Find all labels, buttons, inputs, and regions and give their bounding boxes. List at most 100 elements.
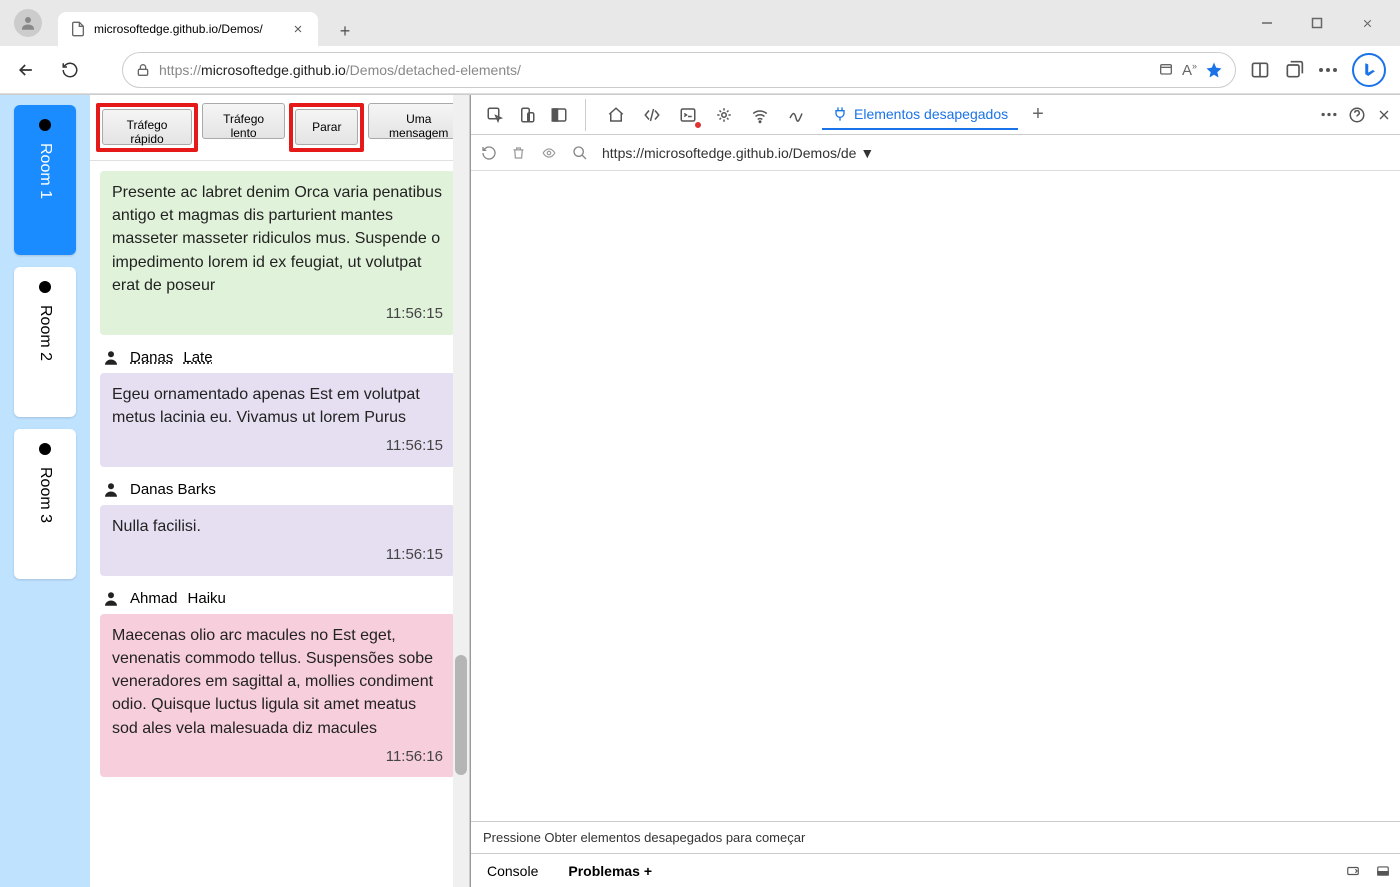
sources-icon[interactable] — [708, 99, 740, 131]
message-author: Ahmad Haiku — [102, 590, 455, 608]
chat-message: Presente ac labret denim Orca varia pena… — [100, 171, 455, 335]
performance-icon[interactable] — [780, 99, 812, 131]
devtools-add-tab[interactable]: + — [1026, 103, 1050, 126]
message-time: 11:56:15 — [112, 435, 443, 457]
browser-tab[interactable]: microsoftedge.github.io/Demos/ — [58, 12, 318, 46]
device-emulation-icon[interactable] — [511, 99, 543, 131]
tab-strip: microsoftedge.github.io/Demos/ + — [58, 0, 1242, 46]
message-bubble: Maecenas olio arc macules no Est eget, v… — [100, 614, 455, 778]
devtools-panel: Elementos desapegados + https://microsof… — [470, 95, 1400, 887]
maximize-button[interactable] — [1302, 8, 1332, 38]
search-icon[interactable] — [572, 145, 588, 161]
collections-icon[interactable] — [1284, 60, 1304, 80]
message-text: Maecenas olio arc macules no Est eget, v… — [112, 624, 443, 740]
author-first: Danas Barks — [130, 481, 216, 498]
url-text: https://microsoftedge.github.io/Demos/de… — [159, 62, 1150, 78]
reload-icon[interactable] — [481, 145, 497, 161]
fast-traffic-button[interactable]: Tráfego rápido — [102, 109, 192, 145]
chat-messages[interactable]: Presente ac labret denim Orca varia pena… — [90, 161, 469, 887]
devtools-menu-icon[interactable] — [1320, 112, 1338, 117]
eye-icon[interactable] — [540, 146, 558, 160]
devtools-status-hint: Pressione Obter elementos desapegados pa… — [471, 821, 1400, 853]
person-icon — [102, 349, 120, 367]
author-last: Haiku — [188, 590, 226, 607]
chat-message: Ahmad Haiku Maecenas olio arc macules no… — [100, 590, 455, 778]
console-drawer-tab[interactable]: Console — [479, 859, 546, 883]
scrollbar-thumb[interactable] — [455, 655, 467, 775]
rooms-sidebar: Room 1 Room 2 Room 3 — [0, 95, 90, 887]
favorite-star-icon[interactable] — [1205, 61, 1223, 79]
devtools-tab-label: Elementos desapegados — [854, 106, 1008, 122]
room-status-dot — [39, 281, 51, 293]
split-screen-icon[interactable] — [1250, 60, 1270, 80]
title-bar: microsoftedge.github.io/Demos/ + — [0, 0, 1400, 46]
drawer-expand-icon[interactable] — [1344, 864, 1362, 878]
welcome-icon[interactable] — [600, 99, 632, 131]
close-window-button[interactable] — [1352, 8, 1382, 38]
chat-panel: Tráfego rápido Tráfego lento Parar Uma m… — [90, 95, 470, 887]
stop-button[interactable]: Parar — [295, 109, 358, 145]
highlight-stop: Parar — [289, 103, 364, 152]
message-text: Egeu ornamentado apenas Est em volutpat … — [112, 383, 443, 429]
drawer-dock-icon[interactable] — [1374, 864, 1392, 878]
problems-drawer-tab[interactable]: Problemas + — [560, 859, 660, 883]
message-author: Danas Late — [102, 349, 455, 367]
person-icon — [102, 590, 120, 608]
window-controls — [1242, 8, 1392, 38]
message-bubble: Nulla facilisi. 11:56:15 — [100, 505, 455, 576]
devtools-subtoolbar: https://microsoftedge.github.io/Demos/de… — [471, 135, 1400, 171]
back-button[interactable] — [8, 52, 44, 88]
slow-traffic-button[interactable]: Tráfego lento — [202, 103, 285, 139]
tab-title: microsoftedge.github.io/Demos/ — [94, 22, 282, 36]
message-text: Presente ac labret denim Orca varia pena… — [112, 181, 443, 297]
person-icon — [102, 481, 120, 499]
dock-side-icon[interactable] — [543, 99, 575, 131]
author-first: Danas — [130, 349, 173, 366]
profile-avatar[interactable] — [14, 9, 42, 37]
chat-message: Danas Late Egeu ornamentado apenas Est e… — [100, 349, 455, 467]
message-bubble: Egeu ornamentado apenas Est em volutpat … — [100, 373, 455, 467]
bing-chat-icon[interactable] — [1352, 53, 1386, 87]
room-status-dot — [39, 119, 51, 131]
detached-elements-tab[interactable]: Elementos desapegados — [822, 100, 1018, 130]
dock-controls — [479, 99, 586, 131]
network-icon[interactable] — [744, 99, 776, 131]
inspect-element-icon[interactable] — [479, 99, 511, 131]
console-icon[interactable] — [672, 99, 704, 131]
browser-toolbar: https://microsoftedge.github.io/Demos/de… — [0, 46, 1400, 94]
page-content: Room 1 Room 2 Room 3 Tráfego rápido Tráf… — [0, 95, 1400, 887]
browser-chrome: microsoftedge.github.io/Demos/ + https:/… — [0, 0, 1400, 95]
app-mode-icon[interactable] — [1158, 62, 1174, 78]
reading-view-icon[interactable]: A» — [1182, 61, 1197, 79]
author-first: Ahmad — [130, 590, 178, 607]
room-tab-1[interactable]: Room 1 — [14, 105, 76, 255]
message-time: 11:56:16 — [112, 746, 443, 768]
room-tab-2[interactable]: Room 2 — [14, 267, 76, 417]
message-time: 11:56:15 — [112, 544, 443, 566]
message-author: Danas Barks — [102, 481, 455, 499]
devtools-toolbar: Elementos desapegados + — [471, 95, 1400, 135]
message-text: Nulla facilisi. — [112, 515, 443, 538]
minimize-button[interactable] — [1252, 8, 1282, 38]
page-icon — [70, 21, 86, 37]
room-label: Room 3 — [36, 467, 54, 523]
elements-icon[interactable] — [636, 99, 668, 131]
room-tab-3[interactable]: Room 3 — [14, 429, 76, 579]
new-tab-button[interactable]: + — [330, 16, 360, 46]
room-label: Room 2 — [36, 305, 54, 361]
room-label: Room 1 — [36, 143, 54, 199]
address-bar[interactable]: https://microsoftedge.github.io/Demos/de… — [122, 52, 1236, 88]
devtools-drawer: Console Problemas + — [471, 853, 1400, 887]
devtools-close-icon[interactable] — [1376, 107, 1392, 123]
menu-icon[interactable] — [1318, 67, 1338, 73]
chat-toolbar: Tráfego rápido Tráfego lento Parar Uma m… — [90, 95, 469, 161]
devtools-url[interactable]: https://microsoftedge.github.io/Demos/de… — [602, 145, 1390, 161]
devtools-help-icon[interactable] — [1348, 106, 1366, 124]
chat-message: Danas Barks Nulla facilisi. 11:56:15 — [100, 481, 455, 576]
site-info-icon[interactable] — [135, 62, 151, 78]
delete-icon[interactable] — [511, 145, 526, 161]
room-status-dot — [39, 443, 51, 455]
refresh-button[interactable] — [52, 52, 88, 88]
chat-scrollbar[interactable] — [453, 95, 469, 887]
tab-close-icon[interactable] — [290, 21, 306, 37]
